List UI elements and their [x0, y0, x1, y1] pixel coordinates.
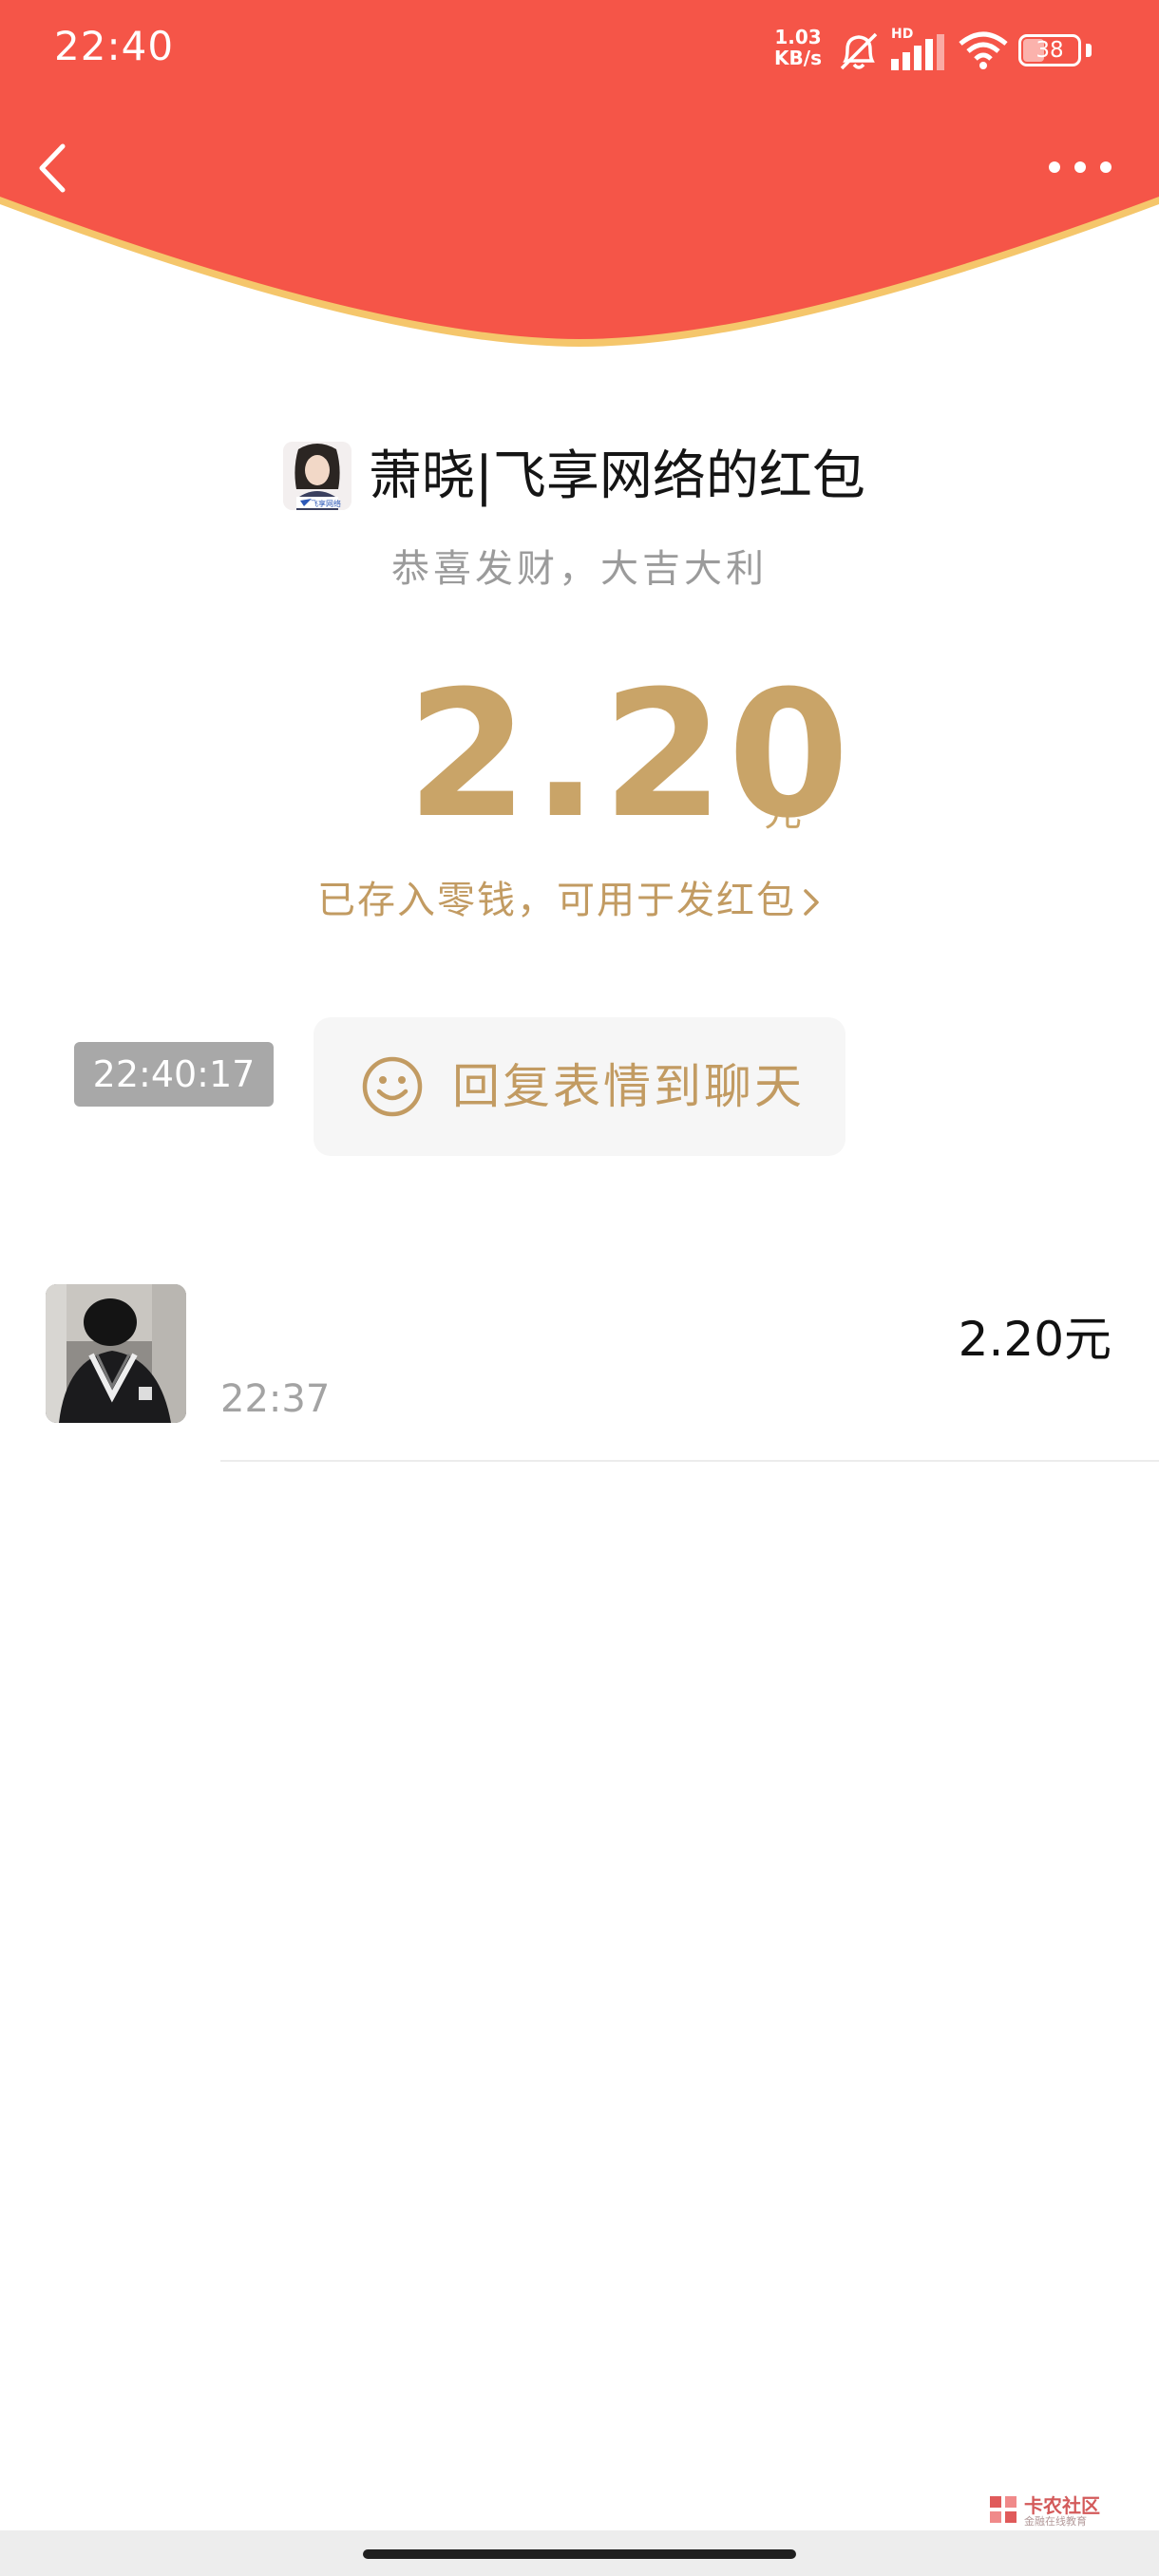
reply-with-sticker-button[interactable]: 回复表情到聊天 [314, 1017, 846, 1156]
battery-icon: 38 [1018, 34, 1081, 66]
record-amount: 2.20元 [958, 1312, 1112, 1367]
chevron-right-icon [804, 889, 819, 916]
status-icons: 1.03 KB/s HD 38 [770, 27, 1121, 74]
network-speed: 1.03 KB/s [770, 27, 826, 68]
record-time: 22:37 [220, 1377, 331, 1421]
recipient-avatar-image [46, 1284, 186, 1423]
cellular-signal-icon [891, 34, 944, 70]
status-bar: 22:40 1.03 KB/s HD 38 [0, 0, 1159, 99]
muted-bell-icon [840, 32, 878, 70]
more-dots-icon [1049, 161, 1112, 173]
record-divider [220, 1460, 1159, 1462]
watermark-logo-icon [990, 2496, 1016, 2523]
sender-title: 萧晓|飞享网络的红包 [369, 445, 865, 507]
battery-tip [1086, 44, 1092, 57]
recipient-avatar[interactable] [46, 1284, 186, 1423]
amount-unit: 元 [764, 791, 802, 835]
reply-with-sticker-label: 回复表情到聊天 [452, 1059, 805, 1114]
saved-to-balance-label: 已存入零钱，可用于发红包 [317, 879, 796, 922]
watermark-subtitle: 金融在线教育 [1024, 2515, 1087, 2528]
home-indicator[interactable] [363, 2549, 796, 2559]
network-speed-value: 1.03 [774, 26, 822, 48]
sender-avatar[interactable]: 飞享网络 [283, 442, 352, 510]
smile-icon [362, 1056, 423, 1117]
status-time: 22:40 [54, 23, 175, 69]
more-button[interactable] [1045, 148, 1115, 186]
back-button[interactable] [27, 135, 80, 201]
saved-to-balance-link[interactable]: 已存入零钱，可用于发红包 [317, 869, 823, 924]
sender-avatar-caption: 飞享网络 [311, 499, 341, 508]
gesture-bar [0, 2530, 1159, 2576]
network-speed-unit: KB/s [774, 47, 822, 69]
sender-avatar-image: 飞享网络 [283, 442, 352, 510]
wifi-icon [959, 31, 1008, 69]
chevron-left-icon [39, 143, 66, 193]
watermark: 卡农社区 金融在线教育 [986, 2491, 1110, 2529]
greeting-text: 恭喜发财，大吉大利 [391, 547, 768, 591]
receipt-record-row[interactable]: 2.20元 22:37 [0, 1284, 1159, 1463]
sender-row: 飞享网络 萧晓|飞享网络的红包 [0, 439, 1159, 515]
battery-level: 38 [1036, 38, 1064, 63]
timestamp-chip: 22:40:17 [74, 1042, 274, 1107]
